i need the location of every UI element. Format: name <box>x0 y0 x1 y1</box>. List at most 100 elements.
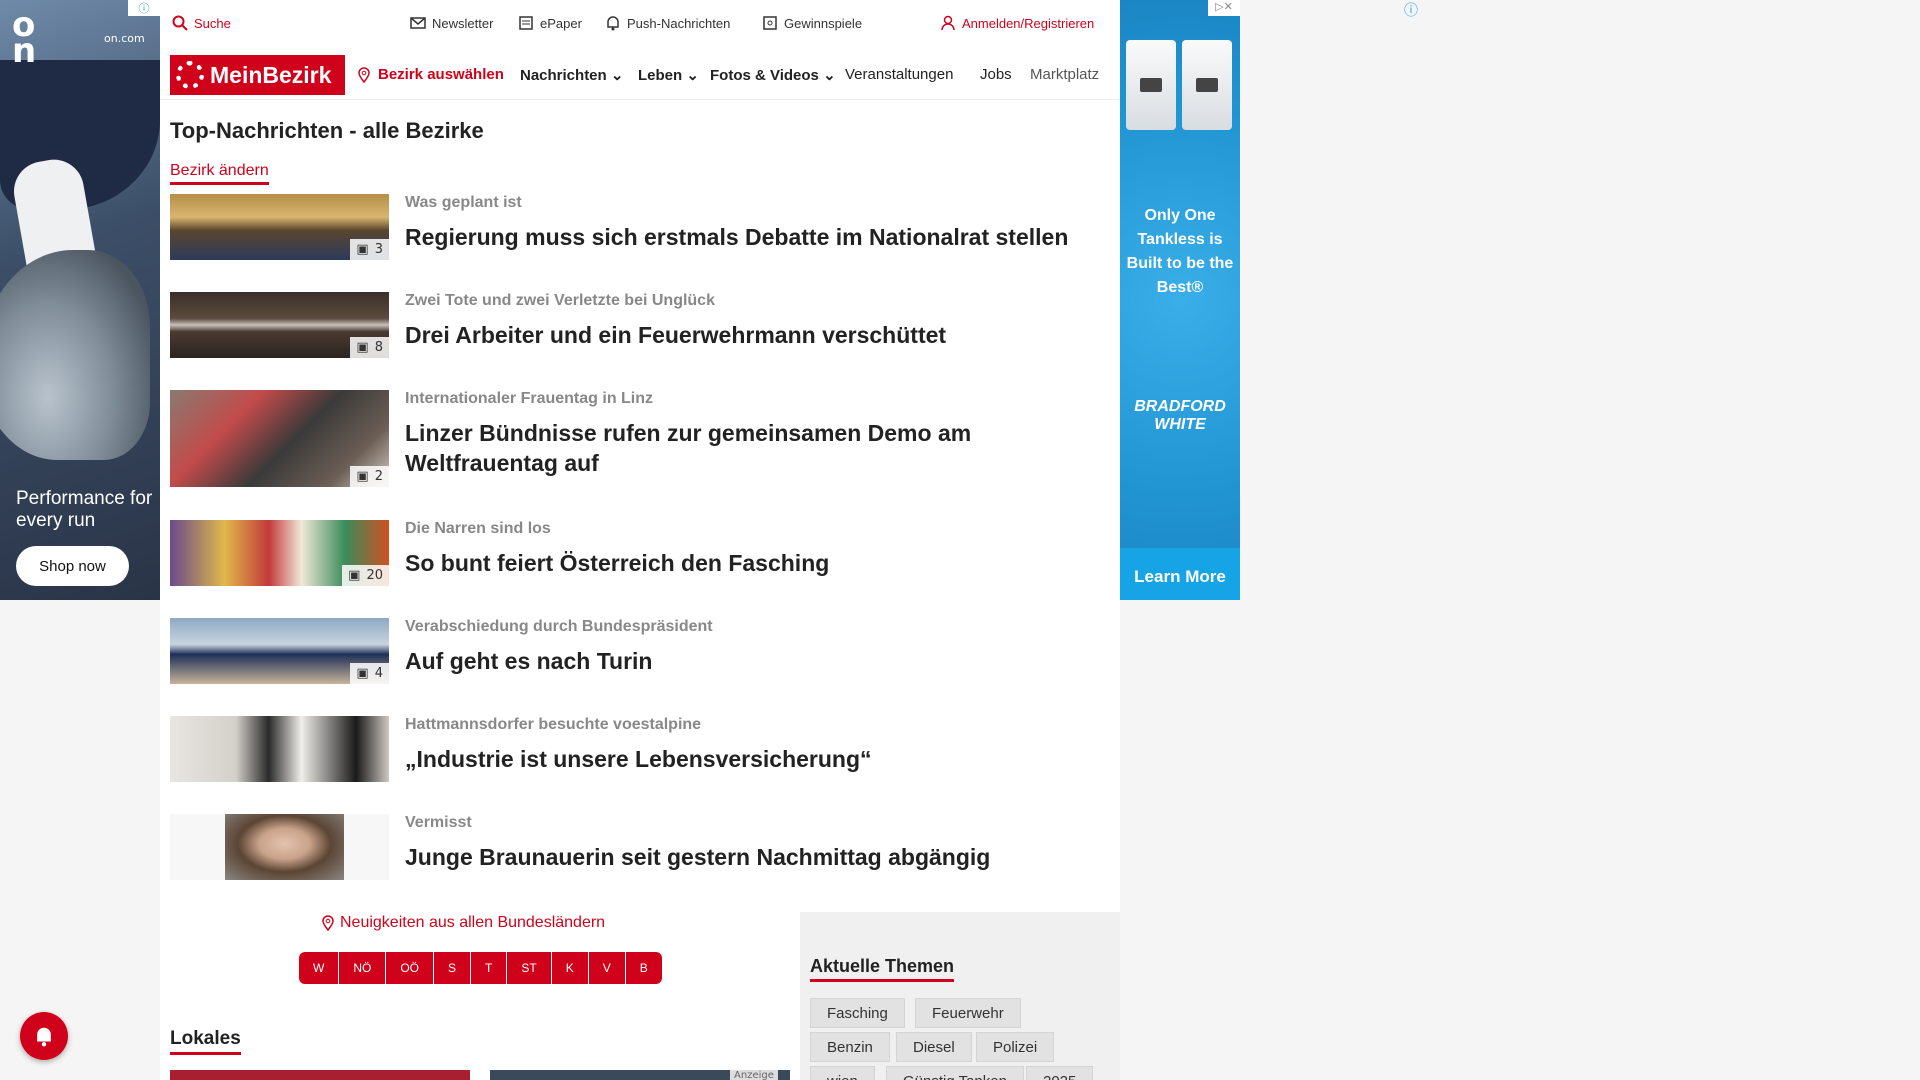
nav-nachrichten[interactable]: Nachrichten ⌄ <box>520 66 623 84</box>
nav-veranstaltungen[interactable]: Veranstaltungen <box>845 66 953 83</box>
photo-count: ▣ 4 <box>350 663 389 684</box>
right-skyscraper-ad[interactable]: ▷✕ Only One Tankless is Built to be the … <box>1120 0 1240 600</box>
topic-tag[interactable]: Diesel <box>896 1032 972 1062</box>
bundesland-button-w[interactable]: W <box>299 952 340 984</box>
bell-icon <box>37 1027 51 1047</box>
bundeslaender-label: Neuigkeiten aus allen Bundesländern <box>340 914 606 931</box>
bundesland-button-st[interactable]: ST <box>507 952 552 984</box>
nav-leben-label: Leben <box>638 67 683 84</box>
photo-count: ▣ 8 <box>350 337 389 358</box>
photo-count-value: 2 <box>374 469 383 484</box>
nav-leben[interactable]: Leben ⌄ <box>638 66 699 84</box>
page-title: Top-Nachrichten - alle Bezirke <box>170 118 484 143</box>
article-title[interactable]: So bunt feiert Österreich den Fasching <box>405 548 1125 578</box>
bundeslaender-link[interactable]: Neuigkeiten aus allen Bundesländern <box>320 914 605 932</box>
article-kicker: Vermisst <box>405 814 472 831</box>
logo-sun-icon <box>176 61 204 89</box>
left-skyscraper-ad[interactable]: on on.com ⓘ Performance for every run Sh… <box>0 0 160 600</box>
article-kicker: Internationaler Frauentag in Linz <box>405 390 654 407</box>
adchoices-icon[interactable]: ▷✕ <box>1208 0 1240 16</box>
article-thumbnail[interactable]: ▣ 3 <box>170 194 389 260</box>
nav-marktplatz[interactable]: Marktplatz <box>1030 66 1099 83</box>
article-thumbnail[interactable]: ▣ 20 <box>170 520 389 586</box>
epaper-label: ePaper <box>540 15 582 31</box>
topic-tag[interactable]: Polizei <box>976 1032 1055 1062</box>
article-title[interactable]: Regierung muss sich erstmals Debatte im … <box>405 222 1125 252</box>
themen-heading: Aktuelle Themen <box>810 956 955 982</box>
bundesland-button-s[interactable]: S <box>434 952 472 984</box>
gewinnspiele-label: Gewinnspiele <box>784 15 863 31</box>
location-pin-icon <box>358 66 370 83</box>
article-item[interactable]: ▣ 2 Internationaler Frauentag in Linz Lin… <box>170 390 1110 490</box>
article-kicker: Was geplant ist <box>405 194 522 211</box>
bell-icon <box>607 16 619 31</box>
bundesland-button-k[interactable]: K <box>551 952 589 984</box>
notification-bell-button[interactable] <box>20 1012 68 1060</box>
article-kicker: Hattmannsdorfer besuchte voestalpine <box>405 716 702 733</box>
bundesland-button-v[interactable]: V <box>588 952 626 984</box>
article-title[interactable]: Linzer Bündnisse rufen zur gemeinsamen D… <box>405 418 1125 478</box>
article-title[interactable]: „Industrie ist unsere Lebensversicherung… <box>405 744 1125 774</box>
topic-tag[interactable]: Günstig Tanken <box>886 1066 1024 1080</box>
location-pin-icon <box>322 915 334 931</box>
bundesland-button-ooe[interactable]: OÖ <box>386 952 434 984</box>
article-thumbnail[interactable] <box>170 716 389 782</box>
article-item[interactable]: ▣ 20 Die Narren sind los So bunt feiert Ö… <box>170 520 1110 590</box>
push-link[interactable]: Push-Nachrichten <box>605 15 730 31</box>
nav-jobs[interactable]: Jobs <box>980 66 1012 83</box>
topic-tag[interactable]: wien <box>810 1066 875 1080</box>
learn-more-button[interactable]: Learn More <box>1120 548 1240 600</box>
newsletter-link[interactable]: Newsletter <box>410 15 493 31</box>
adchoices-icon[interactable]: ⓘ <box>128 0 160 16</box>
chevron-down-icon: ⌄ <box>610 67 624 84</box>
topic-tag[interactable]: 2025 <box>1026 1066 1094 1080</box>
article-title[interactable]: Auf geht es nach Turin <box>405 646 1125 676</box>
lokales-card[interactable] <box>170 1070 470 1080</box>
image-icon: ▣ <box>356 469 369 484</box>
ad-message: Only One Tankless is Built to be the Bes… <box>1126 207 1234 296</box>
photo-count-value: 3 <box>374 242 383 257</box>
photo-count: ▣ 3 <box>350 239 389 260</box>
article-item[interactable]: Vermisst Junge Braunauerin seit gestern … <box>170 814 1110 884</box>
article-title[interactable]: Junge Braunauerin seit gestern Nachmitta… <box>405 842 1125 872</box>
photo-count: ▣ 20 <box>342 565 389 586</box>
bundesland-buttons: W NÖ OÖ S T ST K V B <box>299 952 662 984</box>
ad-tagline: Performance for every run <box>16 488 153 531</box>
article-thumbnail[interactable]: ▣ 8 <box>170 292 389 358</box>
shop-now-button[interactable]: Shop now <box>16 546 129 586</box>
article-thumbnail[interactable]: ▣ 4 <box>170 618 389 684</box>
login-link[interactable]: Anmelden/Registrieren <box>940 15 1094 31</box>
topic-tag[interactable]: Fasching <box>810 998 905 1028</box>
search-link[interactable]: Suche <box>172 15 231 31</box>
article-title[interactable]: Drei Arbeiter und ein Feuerwehrmann vers… <box>405 320 1125 350</box>
bezirk-select[interactable]: Bezirk auswählen <box>356 66 504 83</box>
article-kicker: Die Narren sind los <box>405 520 551 537</box>
bundesland-button-t[interactable]: T <box>471 952 508 984</box>
ad-image-shoe <box>0 250 150 460</box>
site-logo[interactable]: MeinBezirk <box>170 55 345 95</box>
photo-count-value: 4 <box>374 666 383 681</box>
article-item[interactable]: ▣ 8 Zwei Tote und zwei Verletzte bei Ungl… <box>170 292 1110 362</box>
article-item[interactable]: Hattmannsdorfer besuchte voestalpine „In… <box>170 716 1110 786</box>
ad-brand: BRADFORD WHITE <box>1134 398 1226 433</box>
main-content: Suche Newsletter ePaper Push-Nachrichten… <box>160 0 1120 1080</box>
ad-info-icon[interactable]: ⓘ <box>1404 0 1418 20</box>
aktuelle-themen-box: Aktuelle Themen Fasching Feuerwehr Benzi… <box>800 912 1120 1080</box>
bundesland-button-b[interactable]: B <box>625 952 662 984</box>
nav-fotos-videos[interactable]: Fotos & Videos ⌄ <box>710 66 836 84</box>
article-item[interactable]: ▣ 4 Verabschiedung durch Bundespräsident … <box>170 618 1110 688</box>
epaper-link[interactable]: ePaper <box>518 15 582 31</box>
topic-tag[interactable]: Benzin <box>810 1032 890 1062</box>
bezirk-aendern-link[interactable]: Bezirk ändern <box>170 162 269 185</box>
article-thumbnail[interactable] <box>170 814 389 880</box>
ad-image-heaters <box>1126 40 1234 130</box>
gewinnspiele-link[interactable]: Gewinnspiele <box>762 15 862 31</box>
photo-count: ▣ 2 <box>350 466 389 487</box>
nav-nachrichten-label: Nachrichten <box>520 67 607 84</box>
image-icon: ▣ <box>356 242 369 257</box>
topic-tag[interactable]: Feuerwehr <box>915 998 1021 1028</box>
article-item[interactable]: ▣ 3 Was geplant ist Regierung muss sich e… <box>170 194 1110 264</box>
ad-url: on.com <box>104 32 145 45</box>
article-thumbnail[interactable]: ▣ 2 <box>170 390 389 487</box>
bundesland-button-noe[interactable]: NÖ <box>339 952 387 984</box>
